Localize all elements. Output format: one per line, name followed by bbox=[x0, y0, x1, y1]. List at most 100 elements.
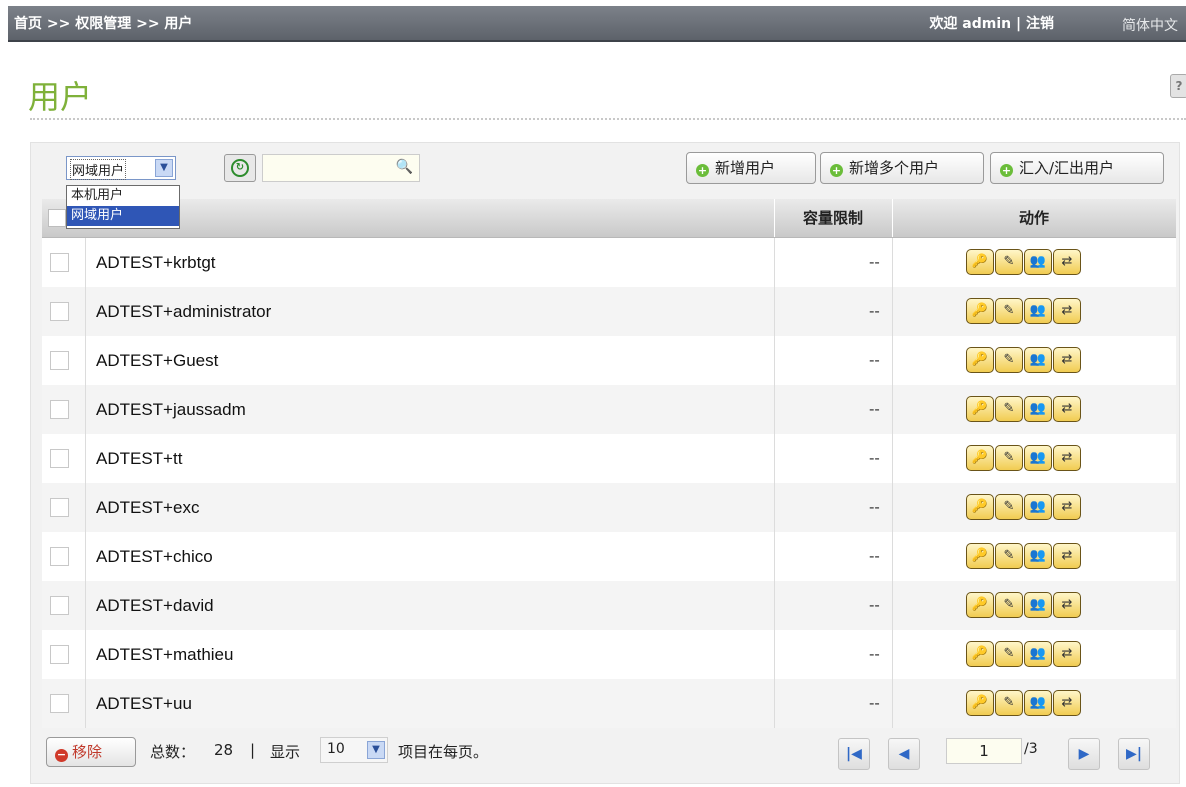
user-group-icon[interactable]: 👥 bbox=[1024, 592, 1052, 618]
total-label: 总数： bbox=[150, 743, 196, 761]
quota-icon[interactable]: ⇄ bbox=[1053, 445, 1081, 471]
row-checkbox[interactable] bbox=[50, 400, 69, 419]
password-key-icon[interactable]: 🔑 bbox=[966, 249, 994, 275]
row-checkbox[interactable] bbox=[50, 302, 69, 321]
user-quota: -- bbox=[869, 596, 880, 614]
user-name: ADTEST+exc bbox=[96, 498, 200, 517]
remove-button[interactable]: − 移除 bbox=[46, 737, 136, 767]
edit-icon[interactable]: ✎ bbox=[995, 690, 1023, 716]
welcome-logout[interactable]: 欢迎 admin | 注销 bbox=[929, 13, 1054, 33]
chevron-down-icon[interactable]: ▼ bbox=[155, 159, 173, 177]
row-checkbox[interactable] bbox=[50, 253, 69, 272]
quota-icon[interactable]: ⇄ bbox=[1053, 396, 1081, 422]
next-page-button[interactable]: ▶ bbox=[1068, 738, 1100, 770]
quota-icon[interactable]: ⇄ bbox=[1053, 690, 1081, 716]
edit-icon[interactable]: ✎ bbox=[995, 347, 1023, 373]
quota-icon[interactable]: ⇄ bbox=[1053, 543, 1081, 569]
refresh-button[interactable]: ↻ bbox=[224, 154, 256, 182]
total-count: 28 bbox=[214, 741, 234, 759]
row-checkbox[interactable] bbox=[50, 645, 69, 664]
user-name: ADTEST+Guest bbox=[96, 351, 219, 370]
row-checkbox[interactable] bbox=[50, 547, 69, 566]
password-key-icon[interactable]: 🔑 bbox=[966, 298, 994, 324]
user-name: ADTEST+administrator bbox=[96, 302, 272, 321]
edit-icon[interactable]: ✎ bbox=[995, 249, 1023, 275]
quota-icon[interactable]: ⇄ bbox=[1053, 592, 1081, 618]
table-row: ADTEST+mathieu -- 🔑 ✎ 👥 ⇄ bbox=[42, 630, 1176, 679]
user-group-icon[interactable]: 👥 bbox=[1024, 298, 1052, 324]
user-group-icon[interactable]: 👥 bbox=[1024, 641, 1052, 667]
edit-icon[interactable]: ✎ bbox=[995, 396, 1023, 422]
user-group-icon[interactable]: 👥 bbox=[1024, 249, 1052, 275]
add-user-button[interactable]: + 新增用户 bbox=[686, 152, 816, 184]
remove-label: 移除 bbox=[72, 743, 103, 761]
quota-icon[interactable]: ⇄ bbox=[1053, 298, 1081, 324]
table-row: ADTEST+jaussadm -- 🔑 ✎ 👥 ⇄ bbox=[42, 385, 1176, 434]
user-quota: -- bbox=[869, 351, 880, 369]
import-export-users-button[interactable]: + 汇入/汇出用户 bbox=[990, 152, 1164, 184]
edit-icon[interactable]: ✎ bbox=[995, 494, 1023, 520]
plus-icon: + bbox=[1000, 164, 1013, 177]
edit-icon[interactable]: ✎ bbox=[995, 298, 1023, 324]
divider bbox=[30, 118, 1186, 120]
password-key-icon[interactable]: 🔑 bbox=[966, 543, 994, 569]
quota-icon[interactable]: ⇄ bbox=[1053, 347, 1081, 373]
import-export-label: 汇入/汇出用户 bbox=[1019, 159, 1115, 177]
table-row: ADTEST+krbtgt -- 🔑 ✎ 👥 ⇄ bbox=[42, 238, 1176, 287]
edit-icon[interactable]: ✎ bbox=[995, 445, 1023, 471]
row-checkbox[interactable] bbox=[50, 498, 69, 517]
breadcrumb[interactable]: 首页 >> 权限管理 >> 用户 bbox=[14, 13, 192, 33]
show-label: 显示 bbox=[270, 743, 301, 761]
chevron-down-icon[interactable]: ▼ bbox=[367, 741, 385, 759]
user-quota: -- bbox=[869, 253, 880, 271]
row-checkbox[interactable] bbox=[50, 694, 69, 713]
password-key-icon[interactable]: 🔑 bbox=[966, 592, 994, 618]
first-page-button[interactable]: |◀ bbox=[838, 738, 870, 770]
user-name: ADTEST+jaussadm bbox=[96, 400, 246, 419]
page-number-input[interactable]: 1 bbox=[946, 738, 1022, 764]
user-group-icon[interactable]: 👥 bbox=[1024, 543, 1052, 569]
column-header-quota[interactable]: 容量限制 bbox=[774, 199, 892, 237]
search-input[interactable]: 🔍 bbox=[262, 154, 420, 182]
row-actions: 🔑 ✎ 👥 ⇄ bbox=[966, 592, 1082, 618]
quota-icon[interactable]: ⇄ bbox=[1053, 641, 1081, 667]
question-icon[interactable]: ? bbox=[1170, 74, 1186, 98]
password-key-icon[interactable]: 🔑 bbox=[966, 641, 994, 667]
password-key-icon[interactable]: 🔑 bbox=[966, 690, 994, 716]
language-selector[interactable]: 简体中文 bbox=[1122, 15, 1178, 35]
row-checkbox[interactable] bbox=[50, 596, 69, 615]
prev-page-button[interactable]: ◀ bbox=[888, 738, 920, 770]
per-page-suffix: 项目在每页。 bbox=[398, 743, 489, 761]
user-quota: -- bbox=[869, 400, 880, 418]
password-key-icon[interactable]: 🔑 bbox=[966, 445, 994, 471]
password-key-icon[interactable]: 🔑 bbox=[966, 494, 994, 520]
edit-icon[interactable]: ✎ bbox=[995, 543, 1023, 569]
per-page-value: 10 bbox=[327, 741, 345, 757]
user-group-icon[interactable]: 👥 bbox=[1024, 396, 1052, 422]
user-group-icon[interactable]: 👥 bbox=[1024, 690, 1052, 716]
user-group-icon[interactable]: 👥 bbox=[1024, 445, 1052, 471]
quota-icon[interactable]: ⇄ bbox=[1053, 249, 1081, 275]
user-group-icon[interactable]: 👥 bbox=[1024, 494, 1052, 520]
edit-icon[interactable]: ✎ bbox=[995, 592, 1023, 618]
user-name: ADTEST+david bbox=[96, 596, 214, 615]
option-local-user[interactable]: 本机用户 bbox=[67, 186, 179, 206]
user-group-icon[interactable]: 👥 bbox=[1024, 347, 1052, 373]
row-checkbox[interactable] bbox=[50, 351, 69, 370]
last-page-icon: ▶| bbox=[1126, 746, 1142, 762]
add-user-label: 新增用户 bbox=[715, 159, 776, 177]
password-key-icon[interactable]: 🔑 bbox=[966, 396, 994, 422]
top-bar: 首页 >> 权限管理 >> 用户 欢迎 admin | 注销 简体中文 bbox=[8, 6, 1186, 42]
table-row: ADTEST+tt -- 🔑 ✎ 👥 ⇄ bbox=[42, 434, 1176, 483]
last-page-button[interactable]: ▶| bbox=[1118, 738, 1150, 770]
search-icon[interactable]: 🔍 bbox=[396, 159, 413, 175]
select-all-checkbox[interactable] bbox=[48, 209, 66, 227]
add-multiple-users-button[interactable]: + 新增多个用户 bbox=[820, 152, 984, 184]
edit-icon[interactable]: ✎ bbox=[995, 641, 1023, 667]
quota-icon[interactable]: ⇄ bbox=[1053, 494, 1081, 520]
row-checkbox[interactable] bbox=[50, 449, 69, 468]
password-key-icon[interactable]: 🔑 bbox=[966, 347, 994, 373]
option-domain-user[interactable]: 网域用户 bbox=[67, 206, 179, 226]
user-type-select[interactable]: 网域用户 ▼ bbox=[66, 156, 176, 180]
per-page-select[interactable]: 10 ▼ bbox=[320, 737, 388, 763]
